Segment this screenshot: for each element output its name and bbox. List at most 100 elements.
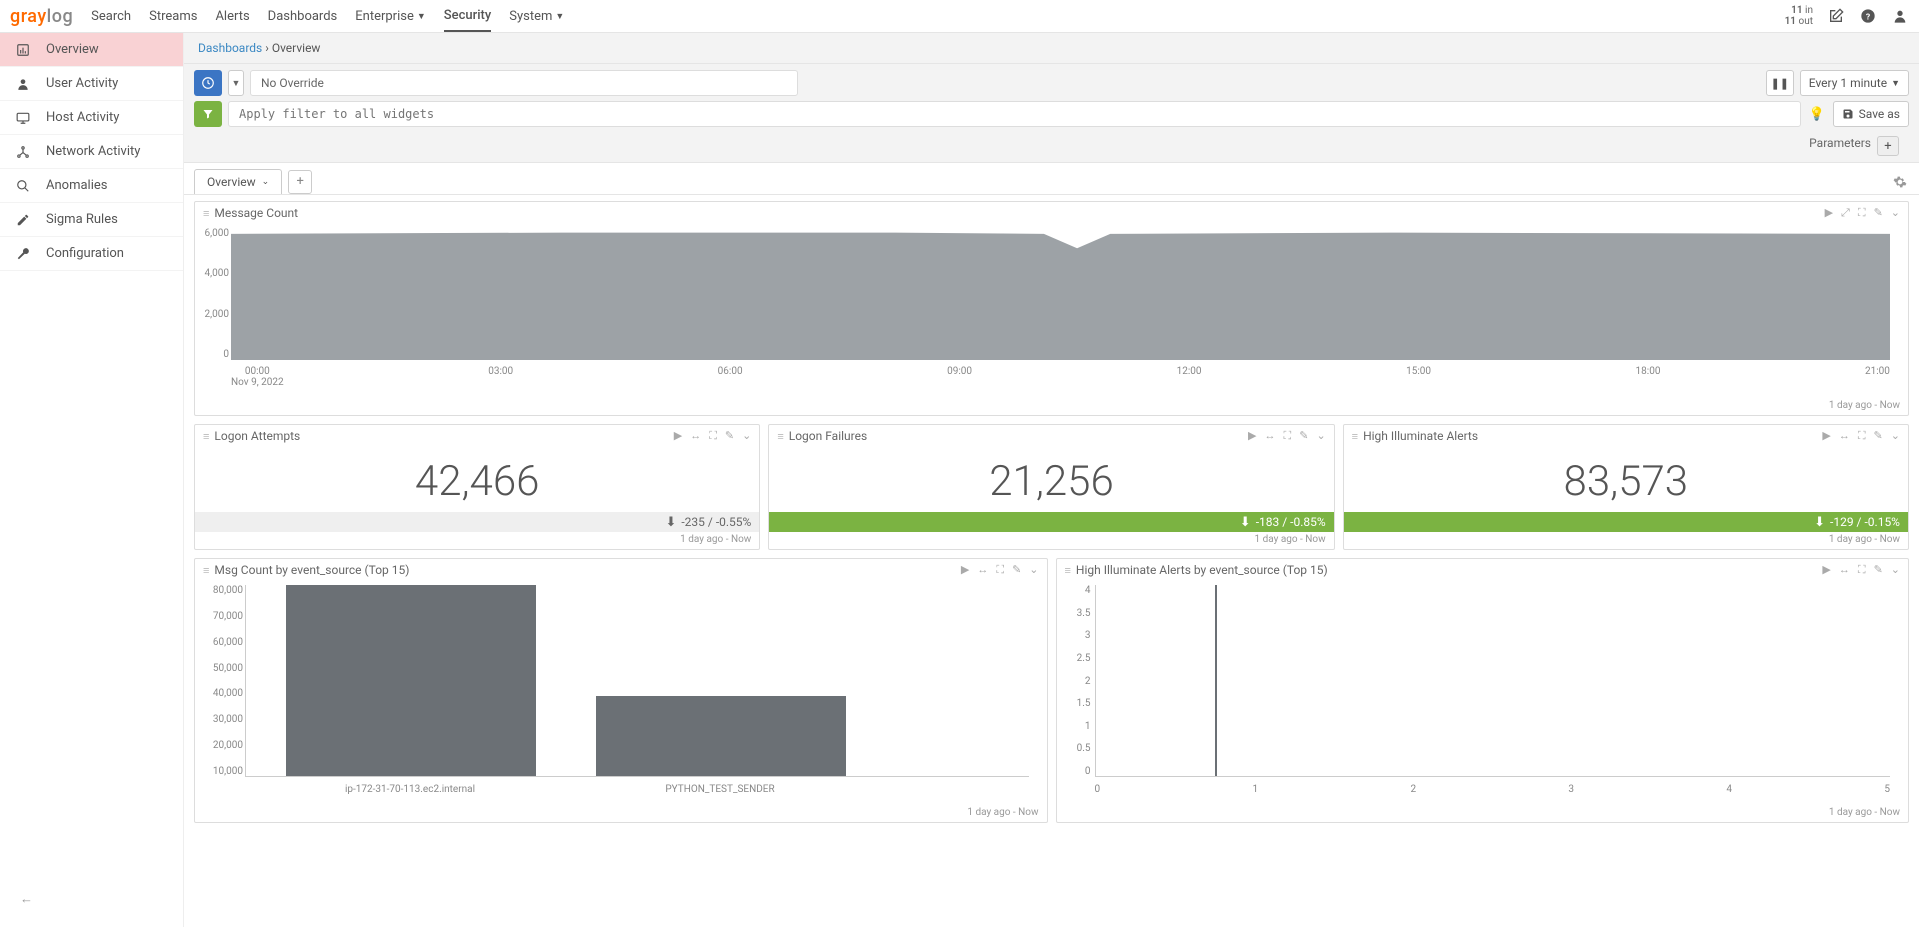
swap-icon[interactable]: ↔ xyxy=(690,429,701,443)
trend-bar: ⬇-129 / -0.15% xyxy=(1344,512,1908,532)
sidebar-label: Anomalies xyxy=(46,178,107,193)
sidebar-label: Configuration xyxy=(46,246,124,261)
user-menu-icon[interactable] xyxy=(1891,7,1909,25)
filter-input[interactable] xyxy=(228,101,1801,127)
edit-icon[interactable]: ✎ xyxy=(1874,563,1883,577)
scratchpad-icon[interactable] xyxy=(1827,7,1845,25)
tab-settings-icon[interactable] xyxy=(1891,173,1909,191)
x-axis: 012345 xyxy=(1095,784,1891,795)
nav-streams[interactable]: Streams xyxy=(149,0,197,32)
widget-message-count: ≡ Message Count ▶ ⤢ ⛶ ✎ ⌄ 6,0004,0002,000… xyxy=(194,201,1909,416)
nav-enterprise[interactable]: Enterprise▼ xyxy=(355,0,426,32)
timerange-dropdown[interactable]: ▼ xyxy=(228,70,244,96)
trend-down-icon: ⬇ xyxy=(1814,515,1825,530)
widget-range: 1 day ago - Now xyxy=(195,398,1908,415)
chevron-down-icon[interactable]: ⌄ xyxy=(1029,563,1038,577)
sidebar-item-sigma-rules[interactable]: Sigma Rules xyxy=(0,203,183,237)
play-icon[interactable]: ▶ xyxy=(674,429,682,443)
nav-system[interactable]: System▼ xyxy=(509,0,564,32)
play-icon[interactable]: ▶ xyxy=(1825,206,1833,220)
chevron-down-icon[interactable]: ⌄ xyxy=(1316,429,1325,443)
swap-icon[interactable]: ↔ xyxy=(977,563,988,577)
filter-hint-icon[interactable]: 💡 xyxy=(1807,107,1827,122)
sidebar-item-anomalies[interactable]: Anomalies xyxy=(0,169,183,203)
drag-handle-icon[interactable]: ≡ xyxy=(1065,564,1070,577)
play-icon[interactable]: ▶ xyxy=(961,563,969,577)
widget-title: Message Count xyxy=(214,206,298,220)
drag-handle-icon[interactable]: ≡ xyxy=(1352,430,1357,443)
save-as-button[interactable]: Save as xyxy=(1833,101,1909,127)
sidebar-item-network-activity[interactable]: Network Activity xyxy=(0,135,183,169)
nav-security[interactable]: Security xyxy=(444,0,491,32)
crumb-root[interactable]: Dashboards xyxy=(198,41,262,55)
search-icon xyxy=(14,179,32,193)
fullscreen-icon[interactable]: ⛶ xyxy=(1858,206,1866,220)
edit-icon[interactable]: ✎ xyxy=(1874,206,1883,220)
main: Dashboards › Overview ▼ No Override ❚❚ E… xyxy=(184,33,1919,927)
top-nav: graylog Search Streams Alerts Dashboards… xyxy=(0,0,1919,33)
bar xyxy=(1215,585,1217,776)
widget-title: High Illuminate Alerts xyxy=(1363,429,1478,443)
pencil-icon xyxy=(14,213,32,227)
expand-icon[interactable]: ⤢ xyxy=(1841,206,1850,220)
widget-title: Logon Failures xyxy=(789,429,867,443)
add-tab-button[interactable]: + xyxy=(288,170,312,194)
chevron-down-icon[interactable]: ⌄ xyxy=(1891,206,1900,220)
swap-icon[interactable]: ↔ xyxy=(1839,563,1850,577)
drag-handle-icon[interactable]: ≡ xyxy=(203,207,208,220)
timerange-button[interactable] xyxy=(194,70,222,96)
sidebar-item-user-activity[interactable]: User Activity xyxy=(0,67,183,101)
sidebar-item-configuration[interactable]: Configuration xyxy=(0,237,183,271)
nav-dashboards[interactable]: Dashboards xyxy=(268,0,338,32)
sidebar-item-host-activity[interactable]: Host Activity xyxy=(0,101,183,135)
drag-handle-icon[interactable]: ≡ xyxy=(777,430,782,443)
refresh-interval[interactable]: Every 1 minute▼ xyxy=(1800,70,1909,96)
widget-msg-by-source: ≡Msg Count by event_source (Top 15) ▶↔⛶✎… xyxy=(194,558,1048,823)
edit-icon[interactable]: ✎ xyxy=(1299,429,1308,443)
play-icon[interactable]: ▶ xyxy=(1248,429,1256,443)
drag-handle-icon[interactable]: ≡ xyxy=(203,430,208,443)
widget-range: 1 day ago - Now xyxy=(1057,805,1909,822)
sidebar-item-overview[interactable]: Overview xyxy=(0,33,183,67)
edit-icon[interactable]: ✎ xyxy=(725,429,734,443)
play-icon[interactable]: ▶ xyxy=(1822,563,1830,577)
edit-icon[interactable]: ✎ xyxy=(1874,429,1883,443)
nav-search[interactable]: Search xyxy=(91,0,131,32)
fullscreen-icon[interactable]: ⛶ xyxy=(1284,429,1292,443)
metric-value: 83,573 xyxy=(1344,447,1908,512)
fullscreen-icon[interactable]: ⛶ xyxy=(1858,563,1866,577)
parameters-label: Parameters xyxy=(1809,136,1871,156)
sidebar: Overview User Activity Host Activity Net… xyxy=(0,33,184,927)
chevron-down-icon[interactable]: ⌄ xyxy=(1891,429,1900,443)
widget-logon-failures: ≡Logon Failures ▶↔⛶✎⌄ 21,256 ⬇-183 / -0.… xyxy=(768,424,1334,550)
widget-range: 1 day ago - Now xyxy=(195,532,759,549)
edit-icon[interactable]: ✎ xyxy=(1012,563,1021,577)
chevron-down-icon[interactable]: ⌄ xyxy=(742,429,751,443)
add-parameter-button[interactable]: + xyxy=(1877,136,1899,156)
filter-submit-button[interactable] xyxy=(194,101,222,127)
trend-down-icon: ⬇ xyxy=(1240,515,1251,530)
fullscreen-icon[interactable]: ⛶ xyxy=(996,563,1004,577)
msg-source-chart[interactable]: 80,00070,00060,00050,00040,00030,00020,0… xyxy=(245,585,1029,795)
widget-logon-attempts: ≡Logon Attempts ▶↔⛶✎⌄ 42,466 ⬇-235 / -0.… xyxy=(194,424,760,550)
nav-alerts[interactable]: Alerts xyxy=(215,0,249,32)
y-axis: 80,00070,00060,00050,00040,00030,00020,0… xyxy=(203,585,243,777)
logo[interactable]: graylog xyxy=(10,6,73,27)
message-count-chart[interactable]: 6,0004,0002,0000 00:00Nov 9, 2022 03:000… xyxy=(231,228,1890,388)
swap-icon[interactable]: ↔ xyxy=(1839,429,1850,443)
help-icon[interactable]: ? xyxy=(1859,7,1877,25)
play-icon[interactable]: ▶ xyxy=(1822,429,1830,443)
chevron-down-icon[interactable]: ⌄ xyxy=(1891,563,1900,577)
trend-bar: ⬇-183 / -0.85% xyxy=(769,512,1333,532)
sidebar-collapse-icon[interactable]: ← xyxy=(20,891,33,907)
fullscreen-icon[interactable]: ⛶ xyxy=(1858,429,1866,443)
fullscreen-icon[interactable]: ⛶ xyxy=(709,429,717,443)
swap-icon[interactable]: ↔ xyxy=(1265,429,1276,443)
sidebar-label: User Activity xyxy=(46,76,118,91)
metric-value: 42,466 xyxy=(195,447,759,512)
tab-overview[interactable]: Overview⌄ xyxy=(194,169,282,194)
pause-button[interactable]: ❚❚ xyxy=(1766,70,1794,96)
drag-handle-icon[interactable]: ≡ xyxy=(203,564,208,577)
override-display[interactable]: No Override xyxy=(250,70,798,96)
hi-source-chart[interactable]: 43.532.521.510.50 012345 xyxy=(1095,585,1891,795)
